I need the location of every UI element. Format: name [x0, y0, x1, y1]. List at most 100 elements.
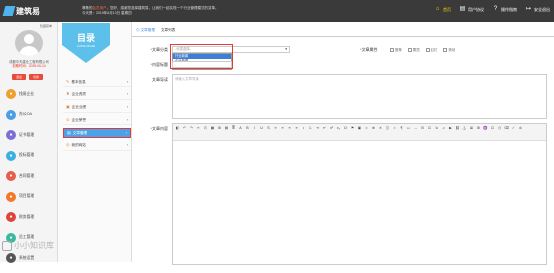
toolbar-button[interactable]: 1.: [308, 126, 313, 131]
secondary-menu-item[interactable]: ▣ 企业业绩 ›: [63, 103, 131, 113]
toolbar-button[interactable]: x²: [329, 126, 334, 131]
summary-textarea[interactable]: 请输入文章导读: [172, 74, 547, 119]
secondary-menu-item[interactable]: ♔ 企业荣誉 ›: [63, 115, 131, 126]
toolbar-button[interactable]: ☺: [364, 126, 369, 131]
toolbar-button[interactable]: ≡: [273, 126, 278, 131]
toolbar-button[interactable]: ◧: [175, 126, 180, 131]
toolbar-button[interactable]: ♫: [441, 126, 446, 131]
sidebar-item[interactable]: ● 合同管理: [6, 170, 34, 182]
toolbar-button[interactable]: ✓: [511, 126, 516, 131]
toolbar-button[interactable]: ≣: [231, 126, 236, 131]
toolbar-button[interactable]: ≡: [280, 126, 285, 131]
toolbar-button[interactable]: ⊟: [420, 126, 425, 131]
toolbar-button[interactable]: ▦: [210, 126, 215, 131]
toolbar-button[interactable]: ≡: [287, 126, 292, 131]
hide-menu-toggle[interactable]: 隐藏菜单: [40, 24, 52, 28]
breadcrumb-current[interactable]: ◎ 文章管理: [136, 28, 155, 33]
toolbar-button[interactable]: ⎙: [497, 126, 502, 131]
sidebar-item[interactable]: ● 系统设置: [6, 252, 34, 264]
toolbar-button[interactable]: I: [252, 126, 257, 131]
toolbar-button[interactable]: ⌫: [504, 126, 509, 131]
top-nav-item[interactable]: ▤ 用户协议: [459, 6, 484, 13]
sidebar-item[interactable]: ● 投标管理: [6, 150, 34, 162]
category-label: *文章分类: [150, 47, 168, 52]
logout-button[interactable]: 退出: [12, 74, 26, 80]
toolbar-button[interactable]: ⚑: [350, 126, 355, 131]
toolbar-button[interactable]: ↶: [182, 126, 187, 131]
top-nav-label: 安全退出: [534, 6, 550, 12]
prop-checkbox[interactable]: 推荐: [390, 47, 402, 52]
toolbar-button[interactable]: ⇲: [434, 126, 439, 131]
toolbar-button[interactable]: ▶: [448, 126, 453, 131]
toolbar-button[interactable]: ≡: [294, 126, 299, 131]
prop-checkbox[interactable]: 滚动: [443, 47, 455, 52]
toolbar-button[interactable]: x₂: [336, 126, 341, 131]
sidebar-item[interactable]: ● 办公OA: [6, 109, 34, 121]
top-nav-item[interactable]: ↦ 安全退出: [525, 6, 550, 13]
catalogue-banner: 目录 CATALOGUE: [62, 23, 110, 63]
toolbar-button[interactable]: ♒: [483, 126, 488, 131]
toolbar-button[interactable]: ▭: [406, 126, 411, 131]
toolbar-button[interactable]: •: [301, 126, 306, 131]
logout-icon: ↦: [525, 6, 532, 12]
switch-button[interactable]: 切换: [29, 74, 43, 80]
toolbar-button[interactable]: ¶: [399, 126, 404, 131]
catalogue-title: 目录: [76, 33, 95, 43]
prop-checkbox[interactable]: 幻灯: [425, 47, 437, 52]
toolbar-button[interactable]: ⊠: [469, 126, 474, 131]
toolbar-button[interactable]: ⊡: [490, 126, 495, 131]
toolbar-button[interactable]: ✕: [378, 126, 383, 131]
sidebar-item[interactable]: ● 项目管理: [6, 191, 34, 203]
toolbar-button[interactable]: ⊞: [476, 126, 481, 131]
secondary-menu: 目录 CATALOGUE ✎ 基本信息 › ♜ 企业资质 › ▣ 企业业绩 › ♔ 企业荣誉 › ▤ 文章…: [58, 22, 132, 262]
toolbar-button[interactable]: ⇤: [322, 126, 327, 131]
help-icon: ?: [493, 6, 498, 12]
toolbar-button[interactable]: ▣: [357, 126, 362, 131]
welcome-date: 今天是：2019年6月13日 星期四: [82, 11, 132, 15]
welcome-user-type: 会员用户: [92, 6, 107, 10]
title-input[interactable]: [172, 61, 232, 68]
chevron-down-icon: ▾: [285, 47, 287, 51]
toolbar-button[interactable]: ⛓: [455, 126, 460, 131]
sidebar-item[interactable]: ● 财务管理: [6, 211, 34, 223]
top-nav-item[interactable]: ⌂ 首页: [434, 6, 451, 13]
checkbox-box[interactable]: [407, 47, 412, 52]
catalogue-subtitle: CATALOGUE: [76, 44, 96, 48]
secondary-menu-item-left: ▣ 企业业绩: [66, 104, 86, 110]
toolbar-button[interactable]: ▤: [224, 126, 229, 131]
secondary-menu-item[interactable]: ◎ 我的网站 ›: [63, 141, 131, 151]
toolbar-button[interactable]: U: [259, 126, 264, 131]
toolbar-button[interactable]: ◫: [385, 126, 390, 131]
toolbar-button[interactable]: S: [266, 126, 271, 131]
toolbar-button[interactable]: ⊞: [217, 126, 222, 131]
secondary-menu-item[interactable]: ▤ 文章管理 ›: [63, 128, 131, 139]
sidebar-item[interactable]: ● 找易企业: [6, 88, 34, 100]
checkbox-box[interactable]: [425, 47, 430, 52]
toolbar-button[interactable]: ⊡: [427, 126, 432, 131]
leaf-icon: ✎: [66, 78, 70, 84]
avatar[interactable]: [15, 30, 43, 56]
toolbar-button[interactable]: ⌗: [392, 126, 397, 131]
toolbar-button[interactable]: ⚓: [462, 126, 467, 131]
secondary-menu-item[interactable]: ♜ 企业资质 ›: [63, 90, 131, 100]
top-nav-item[interactable]: ? 操作指南: [492, 6, 517, 13]
toolbar-button[interactable]: ✂: [196, 126, 201, 131]
toolbar-button[interactable]: ⊕: [371, 126, 376, 131]
breadcrumb-sub[interactable]: 文章列表: [161, 28, 175, 33]
prop-checkbox[interactable]: 置顶: [407, 47, 420, 52]
toolbar-button[interactable]: B: [245, 126, 250, 131]
logo[interactable]: 建筑易: [0, 6, 82, 17]
sidebar-item[interactable]: ● 证书管理: [6, 129, 34, 141]
toolbar-button[interactable]: ⎘: [203, 126, 208, 131]
toolbar-button[interactable]: ↷: [189, 126, 194, 131]
toolbar-button[interactable]: A: [238, 126, 243, 131]
secondary-menu-item[interactable]: ✎ 基本信息 ›: [63, 77, 131, 87]
toolbar-button[interactable]: ⊘: [518, 126, 523, 131]
toolbar-button[interactable]: ⇥: [315, 126, 320, 131]
toolbar-button[interactable]: ↔: [413, 126, 418, 131]
checkbox-box[interactable]: [390, 47, 394, 52]
checkbox-box[interactable]: [443, 47, 448, 52]
welcome-prefix: 尊敬的: [82, 6, 93, 10]
rich-text-editor[interactable]: ◧ ↶ ↷ ✂ ⎘ ▦ ⊞ ▤ ≣ A B I U S ≡ ≡ ≡ ≡ • 1. ⇥ ⇤ x² x₂ Ω ⚑ ▣ ☺ ⊕ ✕ ◫ ⌗ ¶ ▭ ↔ ⊟ ⊡…: [172, 123, 547, 265]
toolbar-button[interactable]: Ω: [343, 126, 348, 131]
